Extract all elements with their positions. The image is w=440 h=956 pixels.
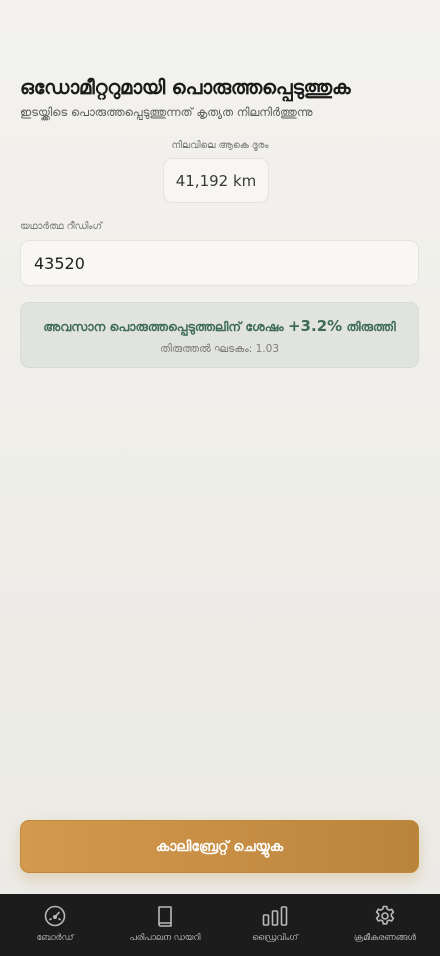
calibrate-button[interactable]: കാലിബ്രേറ്റ് ചെയ്യുക — [20, 820, 419, 873]
correction-info-card: അവസാന പൊരുത്തപ്പെടുത്തലിന് ശേഷം +3.2% തി… — [20, 302, 419, 368]
correction-text-after: തിരുത്തി — [342, 319, 396, 334]
tab-driving-label: ഡ്രൈവിംഗ് — [252, 933, 298, 943]
page-subtitle: ഇടയ്ക്കിടെ പൊരുത്തപ്പെടുത്തുന്നത് കൃത്യത… — [20, 105, 313, 119]
actual-reading-label: യഥാർത്ഥ റീഡിംഗ് — [20, 221, 102, 232]
tab-driving[interactable]: ഡ്രൈവിംഗ് — [220, 894, 330, 956]
odometer-label: നിലവിലെ ആകെ ദൂരം — [171, 140, 269, 151]
correction-percent: +3.2% — [287, 317, 343, 335]
bottom-tab-bar: ബോർഡ് പരിപാലന ഡയറി ഡ്രൈവിംഗ് ക്രമീകരണങ്ങ… — [0, 894, 440, 956]
tab-settings[interactable]: ക്രമീകരണങ്ങൾ — [330, 894, 440, 956]
tab-maintenance-diary[interactable]: പരിപാലന ഡയറി — [110, 894, 220, 956]
tab-board-label: ബോർഡ് — [36, 933, 74, 943]
correction-factor: തിരുത്തൽ ഘടകം: 1.03 — [159, 343, 280, 355]
actual-reading-input[interactable] — [20, 240, 419, 286]
gauge-icon — [43, 904, 67, 928]
gear-icon — [373, 904, 397, 928]
correction-summary: അവസാന പൊരുത്തപ്പെടുത്തലിന് ശേഷം +3.2% തി… — [21, 317, 418, 335]
tab-board[interactable]: ബോർഡ് — [0, 894, 110, 956]
tab-settings-label: ക്രമീകരണങ്ങൾ — [353, 933, 417, 943]
book-icon — [153, 904, 177, 928]
bar-chart-icon — [261, 904, 289, 928]
tab-maintenance-diary-label: പരിപാലന ഡയറി — [129, 933, 201, 943]
page-title: ഒഡോമീറ്ററുമായി പൊരുത്തപ്പെടുത്തുക — [20, 76, 351, 99]
correction-text-before: അവസാന പൊരുത്തപ്പെടുത്തലിന് ശേഷം — [43, 319, 288, 334]
odometer-total-display: 41,192 km — [163, 158, 269, 203]
